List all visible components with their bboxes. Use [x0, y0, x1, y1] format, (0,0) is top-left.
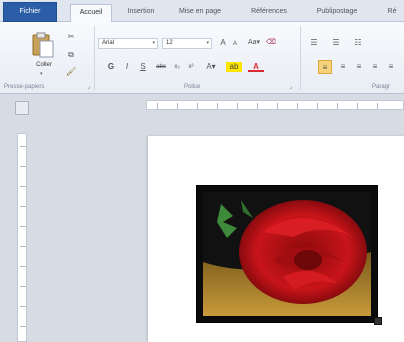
ruler-tick: [197, 103, 198, 109]
ruler-tick: [20, 306, 26, 307]
highlight-icon[interactable]: ab: [226, 62, 242, 72]
clipboard-launcher-icon[interactable]: ⌟: [84, 82, 94, 92]
align-right-icon[interactable]: ≡: [354, 62, 364, 72]
change-case-icon[interactable]: Aa▾: [246, 38, 262, 48]
subscript-icon[interactable]: x₂: [172, 62, 182, 72]
line-spacing-icon[interactable]: ≡: [386, 62, 396, 72]
superscript-icon[interactable]: x²: [186, 62, 196, 72]
font-launcher-icon[interactable]: ⌟: [286, 82, 296, 92]
ruler-tick: [20, 226, 26, 227]
ruler-tick: [177, 103, 178, 109]
font-size-select[interactable]: 12 ▾: [162, 38, 212, 49]
paste-icon[interactable]: [30, 32, 56, 62]
ruler-tick: [20, 166, 26, 167]
paste-label[interactable]: Coller: [30, 62, 58, 68]
align-center-icon[interactable]: ≡: [338, 62, 348, 72]
ruler-tick: [377, 103, 378, 109]
ruler-tick: [157, 103, 158, 109]
tab-file[interactable]: Fichier: [3, 2, 57, 22]
rose-picture-frame[interactable]: [196, 185, 378, 323]
ruler-tick: [20, 246, 26, 247]
text-effects-icon[interactable]: A▾: [204, 62, 218, 72]
rose-image[interactable]: [203, 192, 371, 316]
underline-icon[interactable]: S: [138, 62, 148, 72]
ruler-tick: [217, 103, 218, 109]
font-color-icon[interactable]: A: [248, 62, 264, 72]
ribbon-home: Coller ▾ ✂ ⧉ 🖌 Presse-papiers ⌟ Arial ▾ 1…: [0, 22, 404, 94]
tab-references[interactable]: Références: [242, 4, 296, 22]
numbering-icon[interactable]: ☰: [328, 38, 344, 48]
paragraph-group-label: Paragr: [372, 84, 391, 90]
bullets-icon[interactable]: ☰: [306, 38, 322, 48]
ruler-tick: [317, 103, 318, 109]
grow-font-icon[interactable]: A: [218, 38, 228, 48]
multilevel-list-icon[interactable]: ☷: [350, 38, 366, 48]
group-separator: [94, 26, 95, 90]
cut-icon[interactable]: ✂: [66, 32, 76, 42]
format-painter-icon[interactable]: 🖌: [66, 67, 76, 77]
ruler-tick: [20, 206, 26, 207]
chevron-down-icon: ▾: [206, 40, 209, 46]
group-separator: [300, 26, 301, 90]
tab-mailings[interactable]: Publipostage: [306, 4, 368, 22]
chevron-down-icon: ▾: [152, 40, 155, 46]
paste-dropdown-icon[interactable]: ▾: [40, 71, 43, 77]
bold-icon[interactable]: G: [106, 62, 116, 72]
justify-icon[interactable]: ≡: [370, 62, 380, 72]
clear-formatting-icon[interactable]: ⌫: [266, 38, 276, 48]
font-family-value: Arial: [102, 40, 115, 46]
ruler-tick: [20, 146, 26, 147]
ruler-tick: [357, 103, 358, 109]
ruler-tick: [337, 103, 338, 109]
copy-icon[interactable]: ⧉: [66, 50, 76, 60]
font-group-label: Police: [184, 84, 201, 90]
ruler-tick: [277, 103, 278, 109]
ruler-tick: [257, 103, 258, 109]
tab-insert[interactable]: Insertion: [116, 4, 166, 22]
ruler-tick: [20, 286, 26, 287]
tab-review[interactable]: Ré: [380, 4, 404, 22]
tab-home[interactable]: Accueil: [70, 4, 112, 22]
ribbon-tab-bar: Fichier Accueil Insertion Mise en page R…: [0, 0, 404, 22]
font-family-select[interactable]: Arial ▾: [98, 38, 158, 49]
tab-selector[interactable]: [15, 101, 29, 115]
italic-icon[interactable]: I: [122, 62, 132, 72]
strikethrough-icon[interactable]: abc: [154, 62, 168, 72]
ruler-tick: [20, 186, 26, 187]
tab-page-layout[interactable]: Mise en page: [170, 4, 230, 22]
vertical-ruler[interactable]: [17, 133, 27, 342]
ruler-tick: [20, 326, 26, 327]
clipboard-group-label: Presse-papiers: [4, 84, 45, 90]
shrink-font-icon[interactable]: A: [230, 39, 240, 49]
resize-handle[interactable]: [374, 317, 382, 325]
ruler-tick: [20, 266, 26, 267]
ruler-tick: [297, 103, 298, 109]
horizontal-ruler[interactable]: [146, 100, 404, 110]
font-size-value: 12: [166, 40, 173, 46]
ruler-tick: [237, 103, 238, 109]
align-left-icon[interactable]: ≡: [318, 60, 332, 74]
